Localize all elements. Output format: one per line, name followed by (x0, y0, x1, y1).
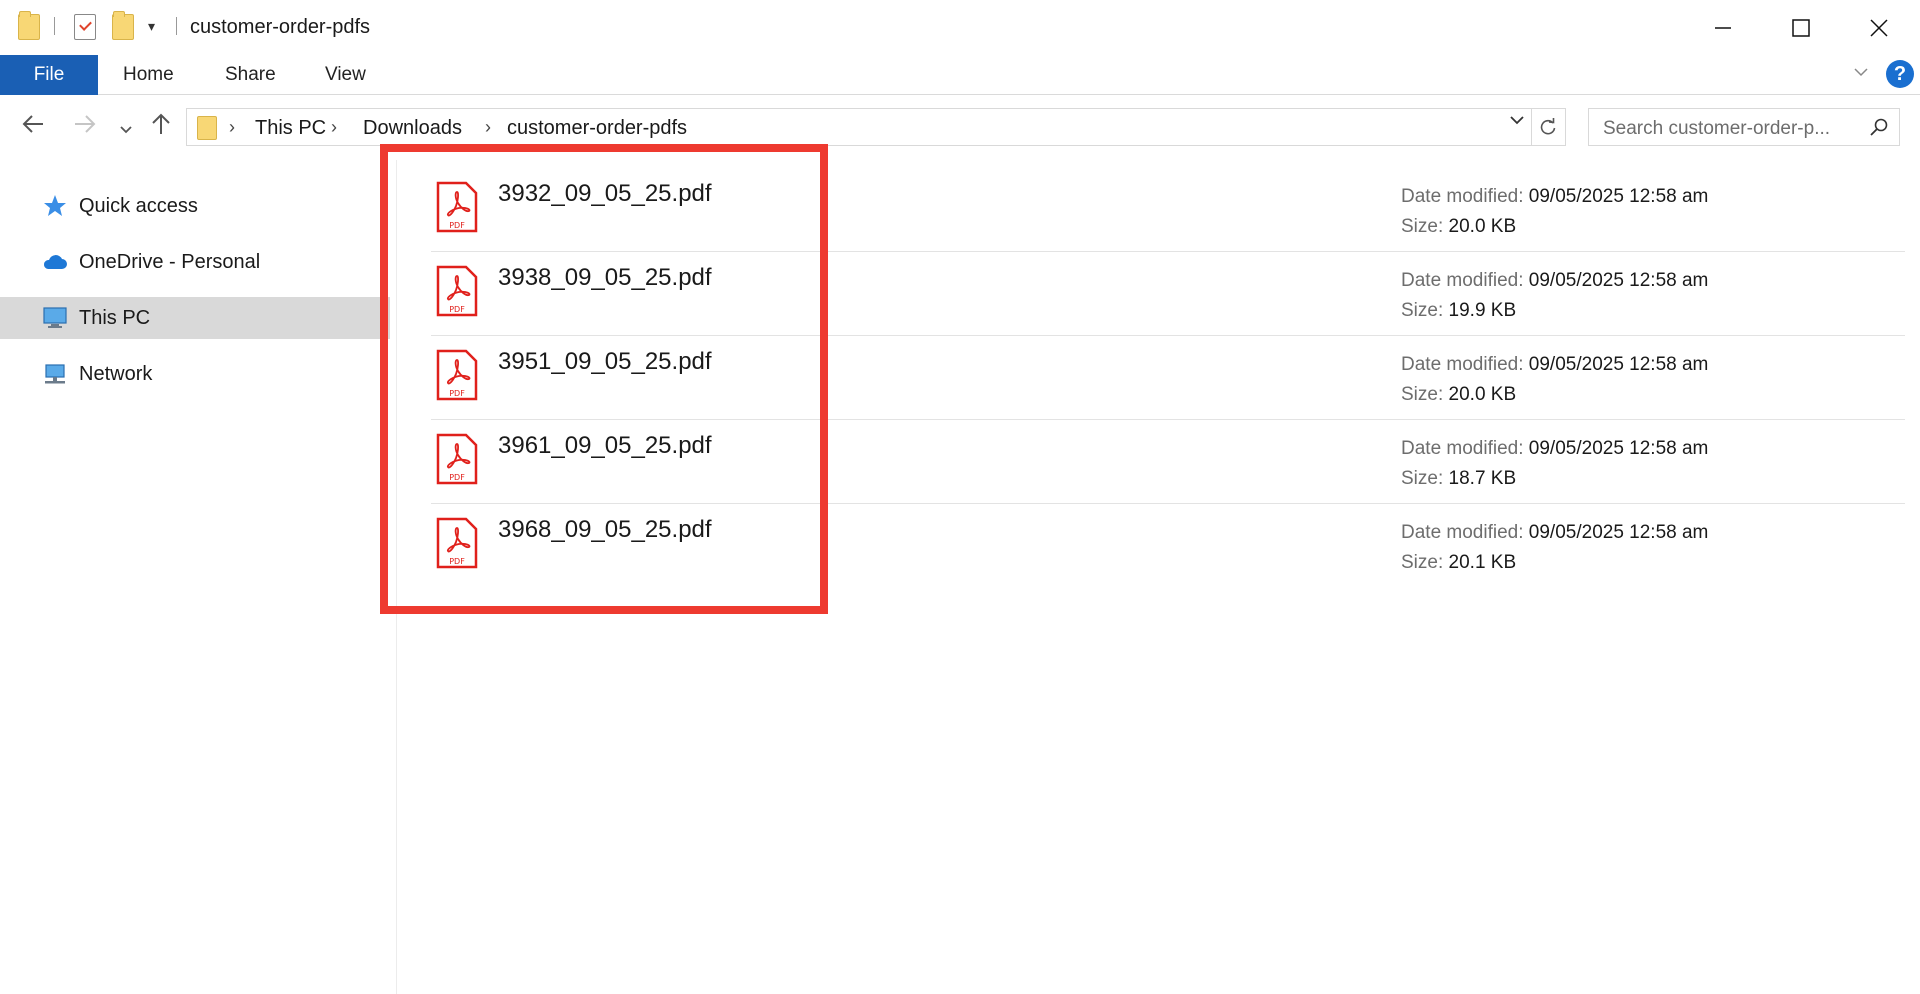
forward-button[interactable] (72, 111, 98, 144)
cloud-icon (43, 255, 67, 269)
sidebar-item-label: This PC (79, 306, 151, 329)
address-history-dropdown[interactable] (1508, 111, 1526, 135)
up-button[interactable] (148, 111, 174, 144)
chevron-down-icon (1510, 116, 1524, 125)
sidebar-item-onedrive[interactable]: OneDrive - Personal (0, 241, 390, 283)
ribbon-tabs: File Home Share View ? (0, 55, 1920, 95)
date-modified: Date modified: 09/05/2025 12:58 am (1401, 270, 1709, 291)
customize-toolbar-dropdown-icon[interactable]: ▾ (148, 18, 155, 35)
tab-view[interactable]: View (325, 55, 366, 95)
date-modified: Date modified: 09/05/2025 12:58 am (1401, 438, 1709, 459)
title-bar: ▾ customer-order-pdfs (0, 0, 1920, 55)
sidebar-item-this-pc[interactable]: This PC (0, 297, 390, 339)
up-arrow-icon (152, 113, 170, 134)
breadcrumb-customer-order-pdfs[interactable]: customer-order-pdfs (507, 117, 687, 140)
maximize-button[interactable] (1762, 0, 1840, 55)
address-bar[interactable]: › This PC › Downloads › customer-order-p… (186, 108, 1532, 146)
network-icon (45, 364, 65, 384)
star-icon (44, 195, 66, 216)
new-folder-icon[interactable] (112, 11, 134, 40)
close-icon (1870, 18, 1888, 37)
back-arrow-icon (22, 115, 43, 133)
navigation-bar: › This PC › Downloads › customer-order-p… (0, 105, 1920, 147)
computer-icon (43, 307, 67, 328)
highlight-box (380, 144, 828, 614)
back-button[interactable] (20, 111, 46, 144)
file-size: Size: 20.1 KB (1401, 552, 1517, 573)
minimize-icon (1715, 26, 1731, 29)
folder-icon (197, 116, 217, 140)
properties-icon[interactable] (74, 14, 96, 40)
breadcrumb-downloads[interactable]: Downloads (363, 117, 462, 140)
refresh-button[interactable] (1530, 108, 1566, 146)
tab-share[interactable]: Share (225, 55, 276, 95)
search-icon[interactable] (1869, 117, 1889, 137)
search-box[interactable]: Search customer-order-p... (1588, 108, 1900, 146)
window-title: customer-order-pdfs (190, 16, 371, 38)
breadcrumb-separator[interactable]: › (229, 117, 235, 138)
minimize-button[interactable] (1684, 0, 1762, 55)
file-size: Size: 19.9 KB (1401, 300, 1517, 321)
date-modified: Date modified: 09/05/2025 12:58 am (1401, 186, 1709, 207)
sidebar-item-label: OneDrive - Personal (79, 250, 261, 273)
file-size: Size: 18.7 KB (1401, 468, 1517, 489)
expand-ribbon-icon[interactable] (1852, 63, 1870, 86)
forward-arrow-icon (75, 115, 96, 133)
tab-file[interactable]: File (0, 55, 98, 95)
toolbar-separator (54, 17, 55, 35)
close-button[interactable] (1840, 0, 1918, 55)
sidebar-item-quick-access[interactable]: Quick access (0, 185, 390, 227)
navigation-pane: Quick access OneDrive - Personal This PC… (0, 160, 397, 994)
tab-home[interactable]: Home (123, 55, 174, 95)
recent-locations-button[interactable] (118, 114, 134, 145)
sidebar-item-label: Quick access (79, 194, 198, 217)
date-modified: Date modified: 09/05/2025 12:58 am (1401, 522, 1709, 543)
breadcrumb-this-pc[interactable]: This PC (255, 117, 326, 140)
breadcrumb-separator[interactable]: › (485, 117, 491, 138)
sidebar-item-network[interactable]: Network (0, 353, 390, 395)
folder-icon[interactable] (18, 11, 40, 40)
maximize-icon (1792, 18, 1810, 37)
sidebar-item-label: Network (79, 362, 153, 385)
date-modified: Date modified: 09/05/2025 12:58 am (1401, 354, 1709, 375)
refresh-icon (1540, 118, 1555, 135)
toolbar-separator (176, 17, 177, 35)
file-size: Size: 20.0 KB (1401, 216, 1517, 237)
chevron-down-icon (120, 126, 132, 134)
help-icon[interactable]: ? (1886, 60, 1914, 88)
file-size: Size: 20.0 KB (1401, 384, 1517, 405)
search-input[interactable]: Search customer-order-p... (1603, 118, 1830, 140)
breadcrumb-separator[interactable]: › (331, 117, 337, 138)
